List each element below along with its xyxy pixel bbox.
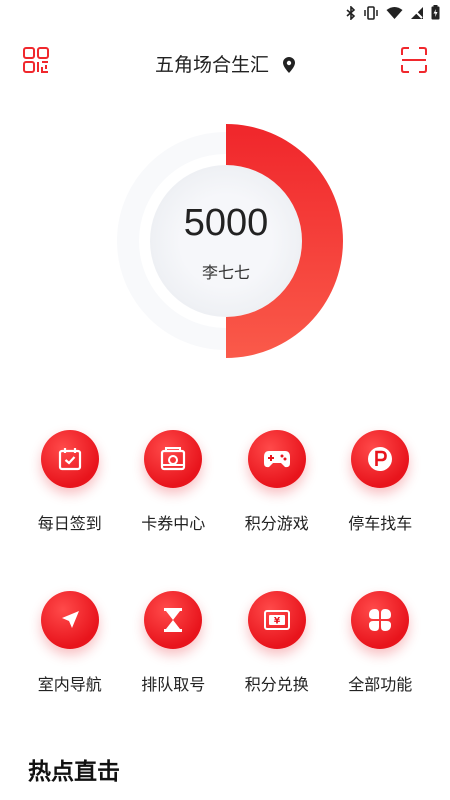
feature-indoor-navigation[interactable]: 室内导航 xyxy=(22,591,118,695)
feature-label: 全部功能 xyxy=(348,675,413,694)
no-signal-icon xyxy=(411,6,423,19)
location-name: 五角场合生汇 xyxy=(154,54,269,76)
location-selector[interactable]: 五角场合生汇 xyxy=(0,50,450,77)
status-bar xyxy=(0,0,450,28)
feature-label: 积分兑换 xyxy=(244,675,309,694)
feature-label: 停车找车 xyxy=(348,514,413,533)
points-ring[interactable]: 5000 李七七 xyxy=(108,115,344,367)
feature-label: 排队取号 xyxy=(141,675,206,694)
hot-section-title: 热点直击 xyxy=(28,759,120,785)
bluetooth-icon xyxy=(346,5,356,20)
feature-queue-ticket[interactable]: 排队取号 xyxy=(125,591,221,695)
feature-label: 室内导航 xyxy=(37,675,102,694)
feature-daily-checkin[interactable]: 每日签到 xyxy=(22,430,118,534)
battery-charging-icon xyxy=(431,5,440,20)
feature-label: 每日签到 xyxy=(37,514,102,533)
navigation-icon xyxy=(40,591,99,649)
coupon-center-icon xyxy=(144,430,203,488)
scan-icon xyxy=(401,47,427,73)
feature-label: 积分游戏 xyxy=(244,514,309,533)
scan-button[interactable] xyxy=(400,46,428,74)
feature-points-exchange[interactable]: ¥ 积分兑换 xyxy=(229,591,325,695)
feature-grid: 每日签到 卡券中心 积分游戏 停车找车 室内导航 排队取号 ¥ 积分兑换 全部功… xyxy=(0,430,450,695)
svg-text:¥: ¥ xyxy=(274,617,281,627)
vibrate-icon xyxy=(364,5,378,20)
feature-all-functions[interactable]: 全部功能 xyxy=(332,591,428,695)
feature-coupon-center[interactable]: 卡券中心 xyxy=(125,430,221,534)
hourglass-icon xyxy=(144,591,203,649)
feature-parking[interactable]: 停车找车 xyxy=(332,430,428,534)
feature-label: 卡券中心 xyxy=(141,514,206,533)
member-name: 李七七 xyxy=(201,262,250,282)
points-value: 5000 xyxy=(183,201,269,244)
gamepad-icon xyxy=(247,430,306,488)
location-pin-icon xyxy=(283,57,296,73)
parking-icon xyxy=(351,430,410,488)
wifi-icon xyxy=(386,6,403,19)
top-bar: 五角场合生汇 xyxy=(0,40,450,84)
daily-checkin-icon xyxy=(40,430,99,488)
all-functions-icon xyxy=(351,591,410,649)
feature-points-game[interactable]: 积分游戏 xyxy=(229,430,325,534)
points-exchange-icon: ¥ xyxy=(247,591,306,649)
